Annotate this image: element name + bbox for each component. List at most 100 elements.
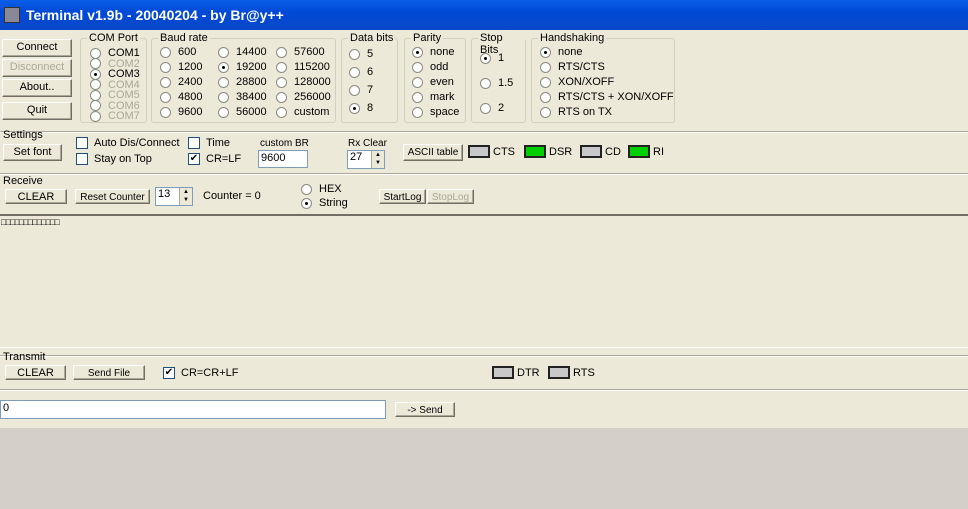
data-bits-option[interactable]: 7 — [349, 84, 373, 96]
data-bits-option[interactable]: 8 — [349, 102, 373, 114]
data-bits-option[interactable]: 6 — [349, 66, 373, 78]
handshaking-option[interactable]: XON/XOFF — [540, 76, 614, 88]
handshaking-group: Handshaking none RTS/CTS XON/XOFF RTS/CTS + … — [531, 32, 675, 123]
send-file-button[interactable]: Send File — [73, 365, 145, 380]
connect-button[interactable]: Connect — [2, 39, 72, 57]
radio-label: 128000 — [294, 76, 331, 88]
radio-label: 4800 — [178, 91, 203, 103]
time-checkbox[interactable]: Time — [188, 137, 230, 149]
radio-circle — [349, 48, 360, 60]
handshaking-option[interactable]: RTS/CTS — [540, 61, 605, 73]
radio-circle — [160, 106, 171, 118]
counter-spinner[interactable]: 13 ▲ ▼ — [155, 187, 193, 206]
checkbox-label: Auto Dis/Connect — [94, 137, 180, 149]
radio-circle — [160, 76, 171, 88]
baud-rate-option[interactable]: custom — [276, 106, 329, 118]
receive-clear-button[interactable]: CLEAR — [5, 189, 67, 204]
stop-bits-option[interactable]: 1.5 — [480, 77, 513, 89]
led-label: CD — [605, 145, 621, 158]
led-indicator-icon — [628, 145, 650, 158]
checkbox-label: Stay on Top — [94, 153, 152, 165]
rx-clear-spinner[interactable]: 27 ▲ ▼ — [347, 150, 385, 169]
data-bits-option[interactable]: 5 — [349, 48, 373, 60]
led-cd: CD — [580, 145, 621, 158]
led-indicator-icon — [492, 366, 514, 379]
divider — [0, 389, 968, 391]
parity-option[interactable]: space — [412, 106, 459, 118]
radio-circle — [276, 46, 287, 58]
parity-option[interactable]: even — [412, 76, 454, 88]
led-dsr: DSR — [524, 145, 572, 158]
string-radio[interactable]: String — [301, 197, 348, 209]
settings-label: Settings — [3, 129, 43, 141]
baud-rate-option[interactable]: 256000 — [276, 91, 331, 103]
stop-bits-group: Stop Bits 1 1.5 2 — [471, 32, 526, 123]
custom-br-input[interactable]: 9600 — [258, 150, 308, 168]
transmit-input[interactable]: 0 — [0, 400, 386, 419]
radio-circle — [349, 66, 360, 78]
radio-label: RTS/CTS + XON/XOFF — [558, 91, 674, 103]
radio-label: COM7 — [108, 110, 140, 122]
ascii-table-button[interactable]: ASCII table — [403, 144, 463, 161]
baud-rate-option[interactable]: 115200 — [276, 61, 330, 73]
cr-crlf-checkbox[interactable]: ✔ CR=CR+LF — [163, 367, 238, 379]
radio-circle — [480, 102, 491, 114]
baud-rate-option[interactable]: 1200 — [160, 61, 202, 73]
handshaking-option[interactable]: RTS on TX — [540, 106, 612, 118]
about-button[interactable]: About.. — [2, 79, 72, 97]
stop-bits-option[interactable]: 1 — [480, 52, 504, 64]
baud-rate-option[interactable]: 14400 — [218, 46, 267, 58]
baud-rate-option[interactable]: 28800 — [218, 76, 267, 88]
baud-rate-option[interactable]: 38400 — [218, 91, 267, 103]
baud-rate-option[interactable]: 56000 — [218, 106, 267, 118]
radio-circle — [90, 110, 101, 122]
radio-label: none — [558, 46, 583, 58]
reset-counter-button[interactable]: Reset Counter — [75, 189, 150, 204]
disconnect-button[interactable]: Disconnect — [2, 59, 72, 77]
send-button[interactable]: -> Send — [395, 402, 455, 417]
spin-arrows-icon[interactable]: ▲ ▼ — [371, 151, 384, 168]
quit-button[interactable]: Quit — [2, 102, 72, 120]
handshaking-option[interactable]: RTS/CTS + XON/XOFF — [540, 91, 674, 103]
set-font-button[interactable]: Set font — [3, 144, 62, 161]
cr-lf-checkbox[interactable]: ✔ CR=LF — [188, 153, 241, 165]
radio-circle — [480, 77, 491, 89]
stop-log-button[interactable]: StopLog — [427, 189, 474, 204]
radio-circle — [540, 106, 551, 118]
transmit-clear-button[interactable]: CLEAR — [5, 365, 66, 380]
led-label: RTS — [573, 366, 595, 379]
baud-rate-option[interactable]: 128000 — [276, 76, 331, 88]
radio-circle — [160, 91, 171, 103]
hex-radio[interactable]: HEX — [301, 183, 342, 195]
baud-rate-option[interactable]: 600 — [160, 46, 196, 58]
stay-on-top-checkbox[interactable]: Stay on Top — [76, 153, 152, 165]
radio-circle — [276, 106, 287, 118]
baud-rate-option[interactable]: 2400 — [160, 76, 202, 88]
stop-bits-option[interactable]: 2 — [480, 102, 504, 114]
radio-label: 7 — [367, 84, 374, 96]
spin-arrows-icon[interactable]: ▲ ▼ — [179, 188, 192, 205]
window-title: Terminal v1.9b - 20040204 - by Br@y++ — [26, 7, 284, 23]
receive-content: □□□□□□□□□□□□□ — [1, 217, 60, 227]
radio-label: 2400 — [178, 76, 203, 88]
baud-rate-option[interactable]: 9600 — [160, 106, 202, 118]
radio-label: 1.5 — [498, 77, 514, 89]
radio-label: RTS on TX — [558, 106, 613, 118]
start-log-button[interactable]: StartLog — [379, 189, 426, 204]
baud-rate-option[interactable]: 57600 — [276, 46, 325, 58]
parity-option[interactable]: odd — [412, 61, 448, 73]
baud-rate-option[interactable]: 4800 — [160, 91, 202, 103]
led-dtr: DTR — [492, 366, 540, 379]
receive-output-area[interactable]: □□□□□□□□□□□□□ — [0, 214, 968, 348]
handshaking-option[interactable]: none — [540, 46, 582, 58]
parity-option[interactable]: mark — [412, 91, 454, 103]
led-indicator-icon — [524, 145, 546, 158]
auto-dis-connect-checkbox[interactable]: Auto Dis/Connect — [76, 137, 180, 149]
radio-circle — [349, 102, 360, 114]
com-port-option[interactable]: COM7 — [90, 110, 140, 122]
radio-label: odd — [430, 61, 449, 73]
radio-label: 115200 — [294, 61, 330, 73]
parity-option[interactable]: none — [412, 46, 454, 58]
radio-label: none — [430, 46, 455, 58]
baud-rate-option[interactable]: 19200 — [218, 61, 267, 73]
